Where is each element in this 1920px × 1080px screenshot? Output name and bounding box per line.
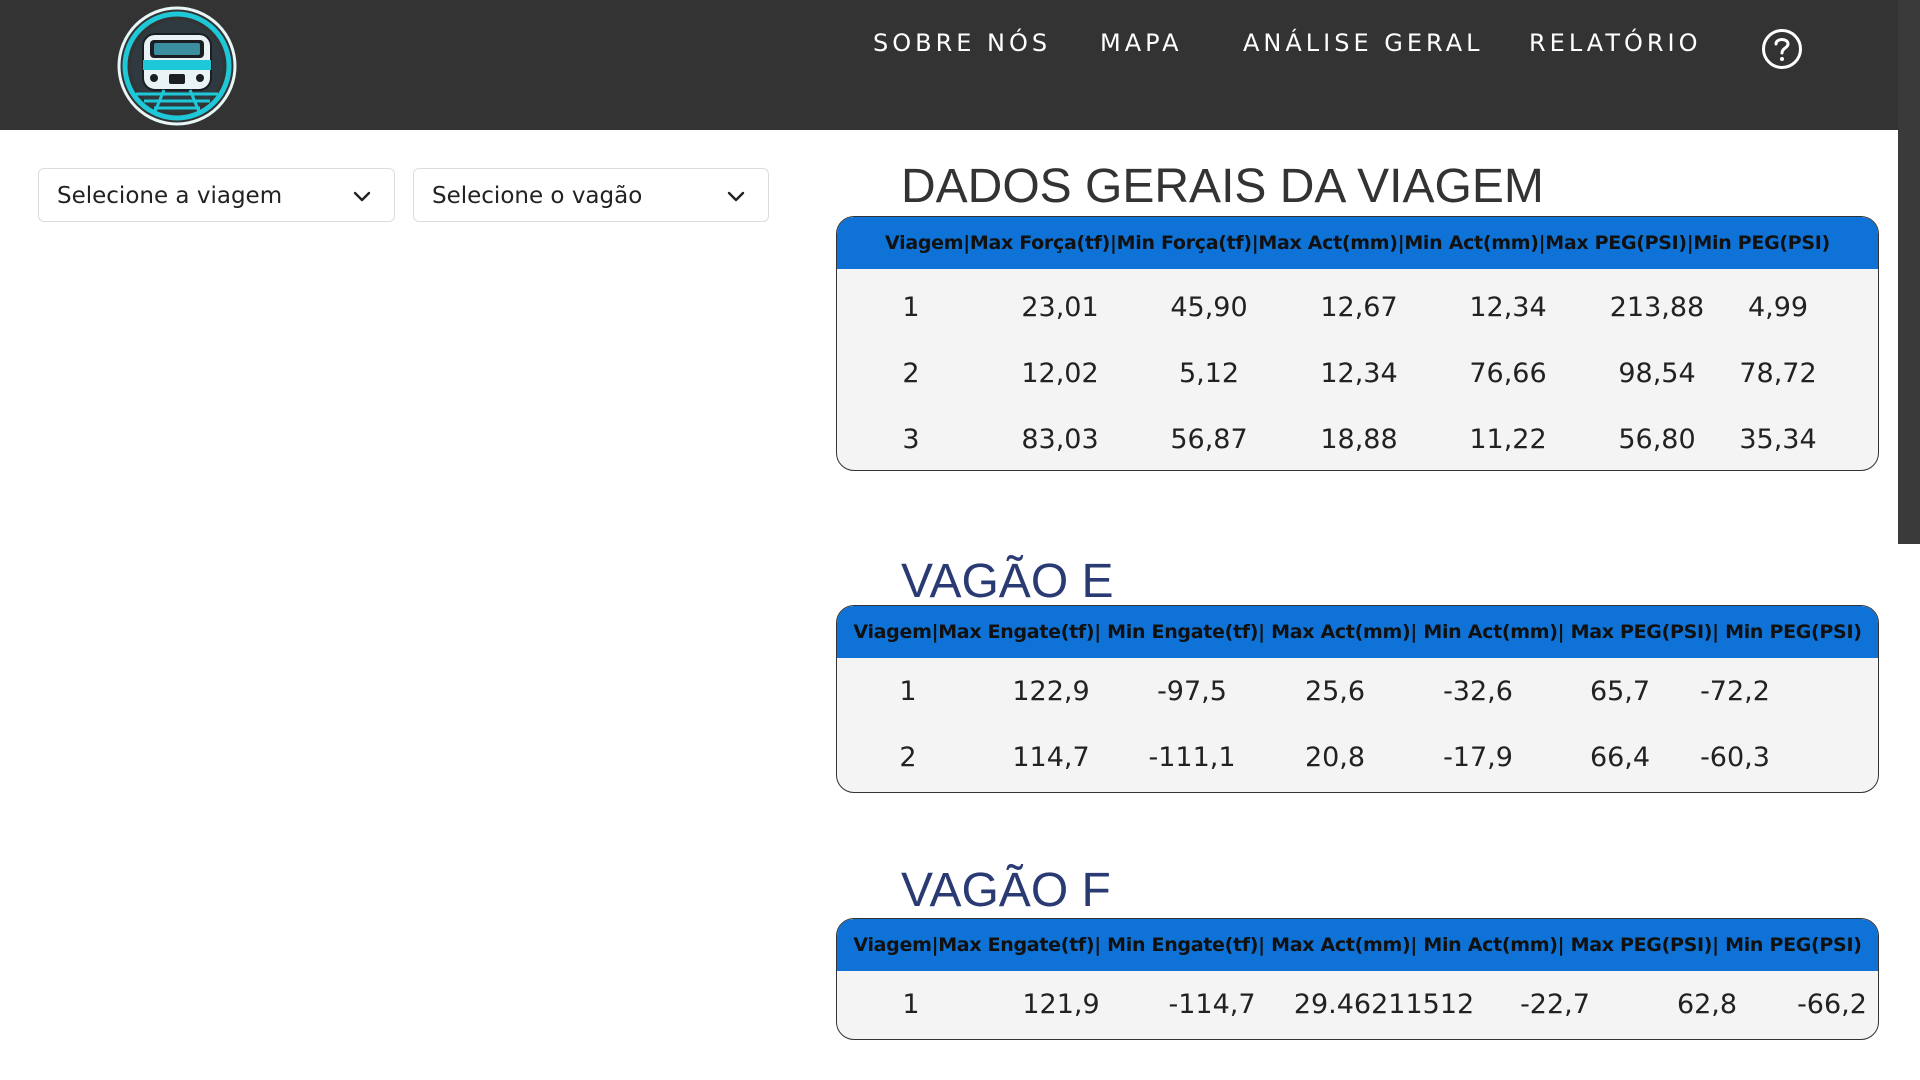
- train-logo-icon[interactable]: [114, 4, 240, 128]
- nav-sobre-nos[interactable]: SOBRE NÓS: [873, 26, 1051, 60]
- table-cell: 66,4: [1589, 742, 1651, 773]
- table-cell: 114,7: [1012, 742, 1090, 773]
- table-vagao-e: Viagem|Max Engate(tf)| Min Engate(tf)| M…: [836, 605, 1879, 793]
- table-cell: 12,67: [1320, 292, 1398, 323]
- section-title-vagao-e: VAGÃO E: [901, 555, 1114, 608]
- nav-mapa[interactable]: MAPA: [1100, 26, 1182, 60]
- table-cell: -72,2: [1700, 676, 1770, 707]
- table-header: Viagem|Max Engate(tf)| Min Engate(tf)| M…: [837, 919, 1878, 971]
- table-cell: 56,87: [1170, 424, 1248, 455]
- table-row: 1 122,9 -97,5 25,6 -32,6 65,7 -72,2: [837, 659, 1878, 725]
- table-cell: 121,9: [1022, 989, 1100, 1020]
- table-vagao-f: Viagem|Max Engate(tf)| Min Engate(tf)| M…: [836, 918, 1879, 1040]
- table-cell: 76,66: [1469, 358, 1547, 389]
- table-cell: 2: [902, 358, 920, 389]
- table-cell: -22,7: [1520, 989, 1590, 1020]
- table-cell: 98,54: [1618, 358, 1696, 389]
- table-row: 2 114,7 -111,1 20,8 -17,9 66,4 -60,3: [837, 725, 1878, 791]
- table-cell: 18,88: [1320, 424, 1398, 455]
- table-cell: 1: [902, 292, 920, 323]
- table-header: Viagem|Max Força(tf)|Min Força(tf)|Max A…: [837, 217, 1878, 269]
- table-cell: 65,7: [1589, 676, 1651, 707]
- table-cell: 78,72: [1739, 358, 1817, 389]
- table-cell: -111,1: [1148, 742, 1236, 773]
- table-cell: -97,5: [1157, 676, 1227, 707]
- select-vagao-label: Selecione o vagão: [432, 183, 643, 209]
- table-cell: -60,3: [1700, 742, 1770, 773]
- table-cell: 5,12: [1178, 358, 1240, 389]
- table-body: 1 121,9 -114,7 29.46211512 -22,7 62,8 -66,2: [837, 971, 1878, 1038]
- table-cell: 11,22: [1469, 424, 1547, 455]
- table-cell: -66,2: [1797, 989, 1867, 1020]
- table-cell: 23,01: [1021, 292, 1099, 323]
- select-viagem-label: Selecione a viagem: [57, 183, 283, 209]
- table-cell: 12,02: [1021, 358, 1099, 389]
- top-navbar: SOBRE NÓS MAPA ANÁLISE GERAL RELATÓRIO: [0, 0, 1898, 130]
- select-viagem[interactable]: Selecione a viagem: [38, 168, 395, 222]
- table-cell: 12,34: [1320, 358, 1398, 389]
- table-row: 1 23,01 45,90 12,67 12,34 213,88 4,99: [837, 275, 1878, 341]
- table-cell: 62,8: [1676, 989, 1738, 1020]
- table-cell: 1: [902, 989, 920, 1020]
- select-vagao[interactable]: Selecione o vagão: [413, 168, 769, 222]
- table-header: Viagem|Max Engate(tf)| Min Engate(tf)| M…: [837, 606, 1878, 658]
- table-cell: 29.46211512: [1293, 989, 1475, 1020]
- nav-analise-geral[interactable]: ANÁLISE GERAL: [1243, 26, 1484, 60]
- chevron-down-icon: [353, 191, 371, 202]
- table-row: 1 121,9 -114,7 29.46211512 -22,7 62,8 -66,2: [837, 972, 1878, 1038]
- table-cell: 2: [899, 742, 917, 773]
- table-cell: -114,7: [1168, 989, 1256, 1020]
- scrollbar-thumb[interactable]: [1898, 0, 1920, 544]
- table-dados-gerais: Viagem|Max Força(tf)|Min Força(tf)|Max A…: [836, 216, 1879, 471]
- table-row: 2 12,02 5,12 12,34 76,66 98,54 78,72: [837, 341, 1878, 407]
- table-cell: 35,34: [1739, 424, 1817, 455]
- table-cell: 213,88: [1609, 292, 1705, 323]
- question-circle-icon[interactable]: [1761, 28, 1803, 70]
- table-cell: 83,03: [1021, 424, 1099, 455]
- table-body: 1 122,9 -97,5 25,6 -32,6 65,7 -72,2 2 114,7 -111,…: [837, 658, 1878, 791]
- table-cell: 45,90: [1170, 292, 1248, 323]
- table-cell: -32,6: [1443, 676, 1513, 707]
- table-cell: 4,99: [1747, 292, 1809, 323]
- table-cell: 56,80: [1618, 424, 1696, 455]
- table-cell: 3: [902, 424, 920, 455]
- nav-relatorio[interactable]: RELATÓRIO: [1529, 26, 1702, 60]
- section-title-vagao-f: VAGÃO F: [901, 864, 1111, 917]
- chevron-down-icon: [727, 191, 745, 202]
- table-cell: 1: [899, 676, 917, 707]
- table-cell: 25,6: [1304, 676, 1366, 707]
- table-cell: 12,34: [1469, 292, 1547, 323]
- table-row: 3 83,03 56,87 18,88 11,22 56,80 35,34: [837, 407, 1878, 470]
- table-body: 1 23,01 45,90 12,67 12,34 213,88 4,99 2 12,02 5,1…: [837, 269, 1878, 470]
- table-cell: 122,9: [1012, 676, 1090, 707]
- section-title-dados-gerais: DADOS GERAIS DA VIAGEM: [901, 160, 1544, 213]
- table-cell: 20,8: [1304, 742, 1366, 773]
- table-cell: -17,9: [1443, 742, 1513, 773]
